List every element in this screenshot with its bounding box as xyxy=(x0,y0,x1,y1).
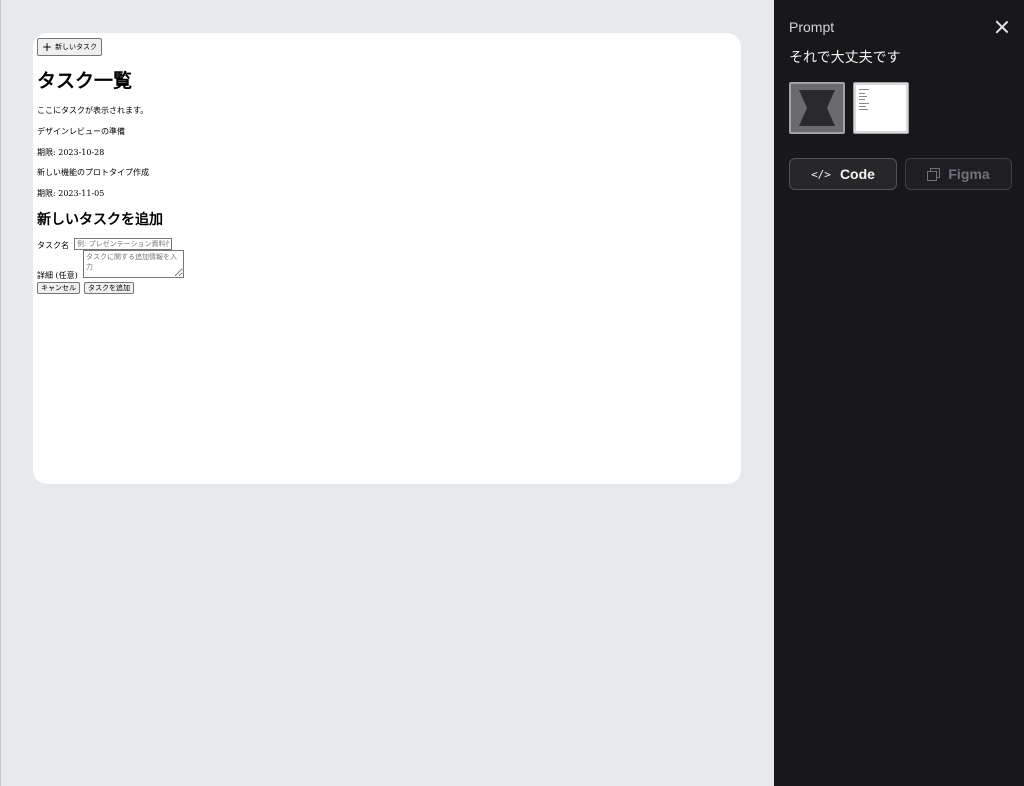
task-name-label: タスク名 xyxy=(37,241,69,250)
plus-icon: + xyxy=(42,40,53,54)
prompt-panel: Prompt それで大丈夫です </> Code Figma xyxy=(774,0,1024,786)
thumbnail-line xyxy=(859,89,869,90)
page-title: タスク一覧 xyxy=(37,70,133,92)
code-button[interactable]: </> Code xyxy=(789,158,897,190)
prompt-text: それで大丈夫です xyxy=(789,50,901,66)
task-due: 期限: 2023-10-28 xyxy=(37,148,105,157)
add-task-heading: 新しいタスクを追加 xyxy=(37,212,163,228)
preview-area: + 新しいタスク タスク一覧 ここにタスクが表示されます。 デザインレビューの準… xyxy=(0,0,774,786)
figma-button-label: Figma xyxy=(948,166,990,182)
task-title: 新しい機能のプロトタイプ作成 xyxy=(37,168,149,177)
thumbnail-line xyxy=(859,109,868,110)
task-due: 期限: 2023-11-05 xyxy=(37,189,105,198)
new-task-button-label: 新しいタスク xyxy=(55,43,98,51)
thumbnail-shape[interactable] xyxy=(789,82,845,134)
code-button-label: Code xyxy=(839,166,875,182)
task-detail-label: 詳細 (任意) xyxy=(37,271,78,280)
thumbnail-line xyxy=(859,103,869,104)
empty-placeholder-text: ここにタスクが表示されます。 xyxy=(37,106,149,115)
add-task-button[interactable]: タスクを追加 xyxy=(84,282,134,294)
copy-icon xyxy=(927,168,941,181)
close-icon[interactable] xyxy=(993,18,1011,36)
app-window: + 新しいタスク タスク一覧 ここにタスクが表示されます。 デザインレビューの準… xyxy=(0,0,1024,786)
task-title: デザインレビューの準備 xyxy=(37,127,125,136)
panel-title: Prompt xyxy=(789,19,835,35)
new-task-button[interactable]: + 新しいタスク xyxy=(37,38,103,56)
thumbnail-page-preview xyxy=(856,85,906,131)
thumbnail-page[interactable] xyxy=(853,82,909,134)
code-icon: </> xyxy=(811,167,831,181)
thumbnail-line xyxy=(859,96,867,97)
task-name-input[interactable] xyxy=(74,238,172,250)
figma-button[interactable]: Figma xyxy=(905,158,1012,190)
preview-edge xyxy=(0,0,1,786)
cancel-button[interactable]: キャンセル xyxy=(37,282,80,294)
thumbnail-line xyxy=(859,99,865,100)
thumbnail-line xyxy=(859,106,866,107)
hourglass-icon xyxy=(791,84,843,132)
task-detail-textarea[interactable] xyxy=(83,250,184,278)
thumbnail-line xyxy=(859,93,865,94)
